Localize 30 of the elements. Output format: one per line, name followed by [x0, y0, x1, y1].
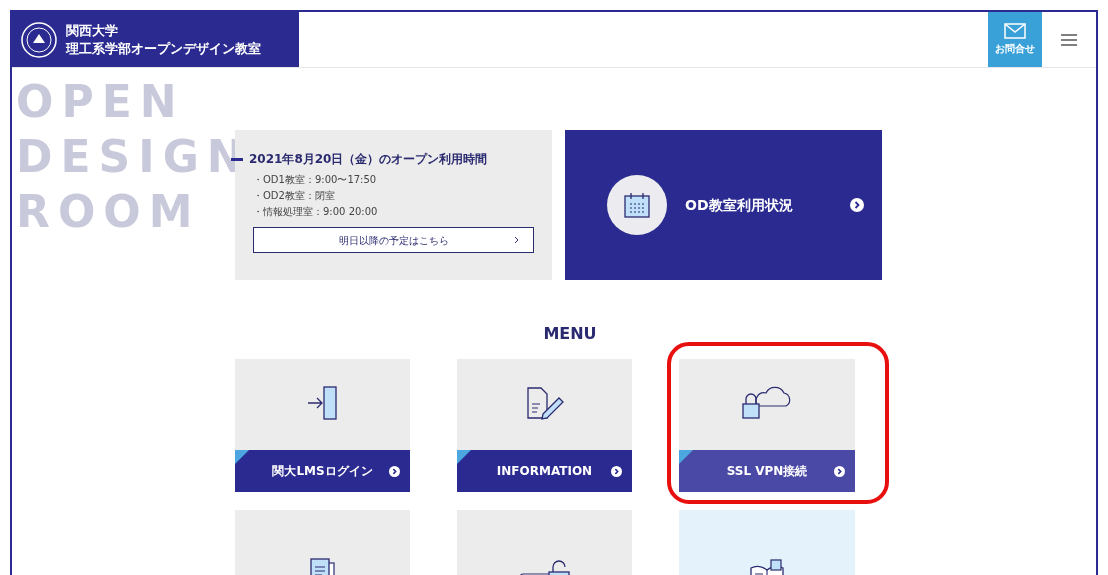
- menu-tile-label: INFORMATION: [496, 463, 593, 480]
- calendar-icon: [607, 175, 667, 235]
- menu-tile-label: SSL VPN接続: [726, 463, 808, 480]
- status-card-label: OD教室利用状況: [685, 195, 794, 215]
- menu-tile[interactable]: SSL VPN接続: [679, 359, 855, 492]
- schedule-link-button[interactable]: 明日以降の予定はこちら: [253, 227, 534, 253]
- schedule-line: ・OD1教室：9:00〜17:50: [253, 173, 378, 187]
- schedule-title: 2021年8月20日（金）のオープン利用時間: [249, 151, 488, 168]
- document-pencil-icon: [524, 385, 565, 420]
- corner-accent: [457, 450, 471, 464]
- status-card[interactable]: OD教室利用状況: [565, 130, 882, 280]
- schedule-line: ・OD2教室：閉室: [253, 189, 336, 203]
- schedule-line: ・情報処理室：9:00 20:00: [253, 205, 379, 219]
- chevron-circle-icon: [834, 465, 845, 477]
- door-arrow-icon: [305, 384, 340, 421]
- university-seal-icon: [20, 20, 58, 59]
- menu-tile[interactable]: 関大LMSログイン: [235, 359, 410, 492]
- chevron-circle-icon: [611, 465, 622, 477]
- chevron-icon: [514, 236, 519, 244]
- envelope-icon: [1004, 23, 1026, 39]
- chevron-circle-icon: [850, 198, 864, 212]
- corner-accent: [235, 450, 249, 464]
- site-logo-banner[interactable]: 関西大学 理工系学部オープンデザイン教室: [12, 12, 299, 67]
- chevron-circle-icon: [389, 465, 400, 477]
- menu-heading: MENU: [542, 323, 598, 345]
- menu-tile[interactable]: INFORMATION: [457, 359, 632, 492]
- menu-tile-label: 関大LMSログイン: [272, 463, 373, 480]
- university-name: 関西大学: [66, 21, 119, 40]
- site-title: 理工系学部オープンデザイン教室: [66, 39, 261, 58]
- corner-accent: [679, 450, 693, 464]
